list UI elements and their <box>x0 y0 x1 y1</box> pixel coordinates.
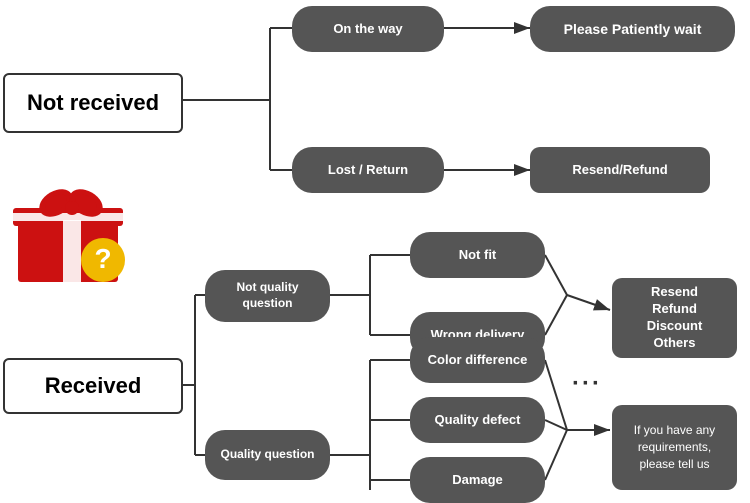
gift-icon-area: ? <box>8 175 138 285</box>
not-quality-question-node: Not quality question <box>205 270 330 322</box>
lost-return-node: Lost / Return <box>292 147 444 193</box>
color-difference-node: Color difference <box>410 337 545 383</box>
damage-node: Damage <box>410 457 545 503</box>
svg-text:?: ? <box>94 243 111 274</box>
flowchart: Not received On the way Please Patiently… <box>0 0 750 500</box>
result-options-node: Resend Refund Discount Others <box>612 278 737 358</box>
resend-refund-node: Resend/Refund <box>530 147 710 193</box>
ellipsis-dots: ··· <box>572 370 602 398</box>
quality-defect-node: Quality defect <box>410 397 545 443</box>
not-fit-node: Not fit <box>410 232 545 278</box>
on-the-way-node: On the way <box>292 6 444 52</box>
please-wait-node: Please Patiently wait <box>530 6 735 52</box>
gift-icon: ? <box>8 175 138 285</box>
quality-question-node: Quality question <box>205 430 330 480</box>
contact-us-node: If you have any requirements, please tel… <box>612 405 737 490</box>
received-label: Received <box>3 358 183 414</box>
not-received-label: Not received <box>3 73 183 133</box>
